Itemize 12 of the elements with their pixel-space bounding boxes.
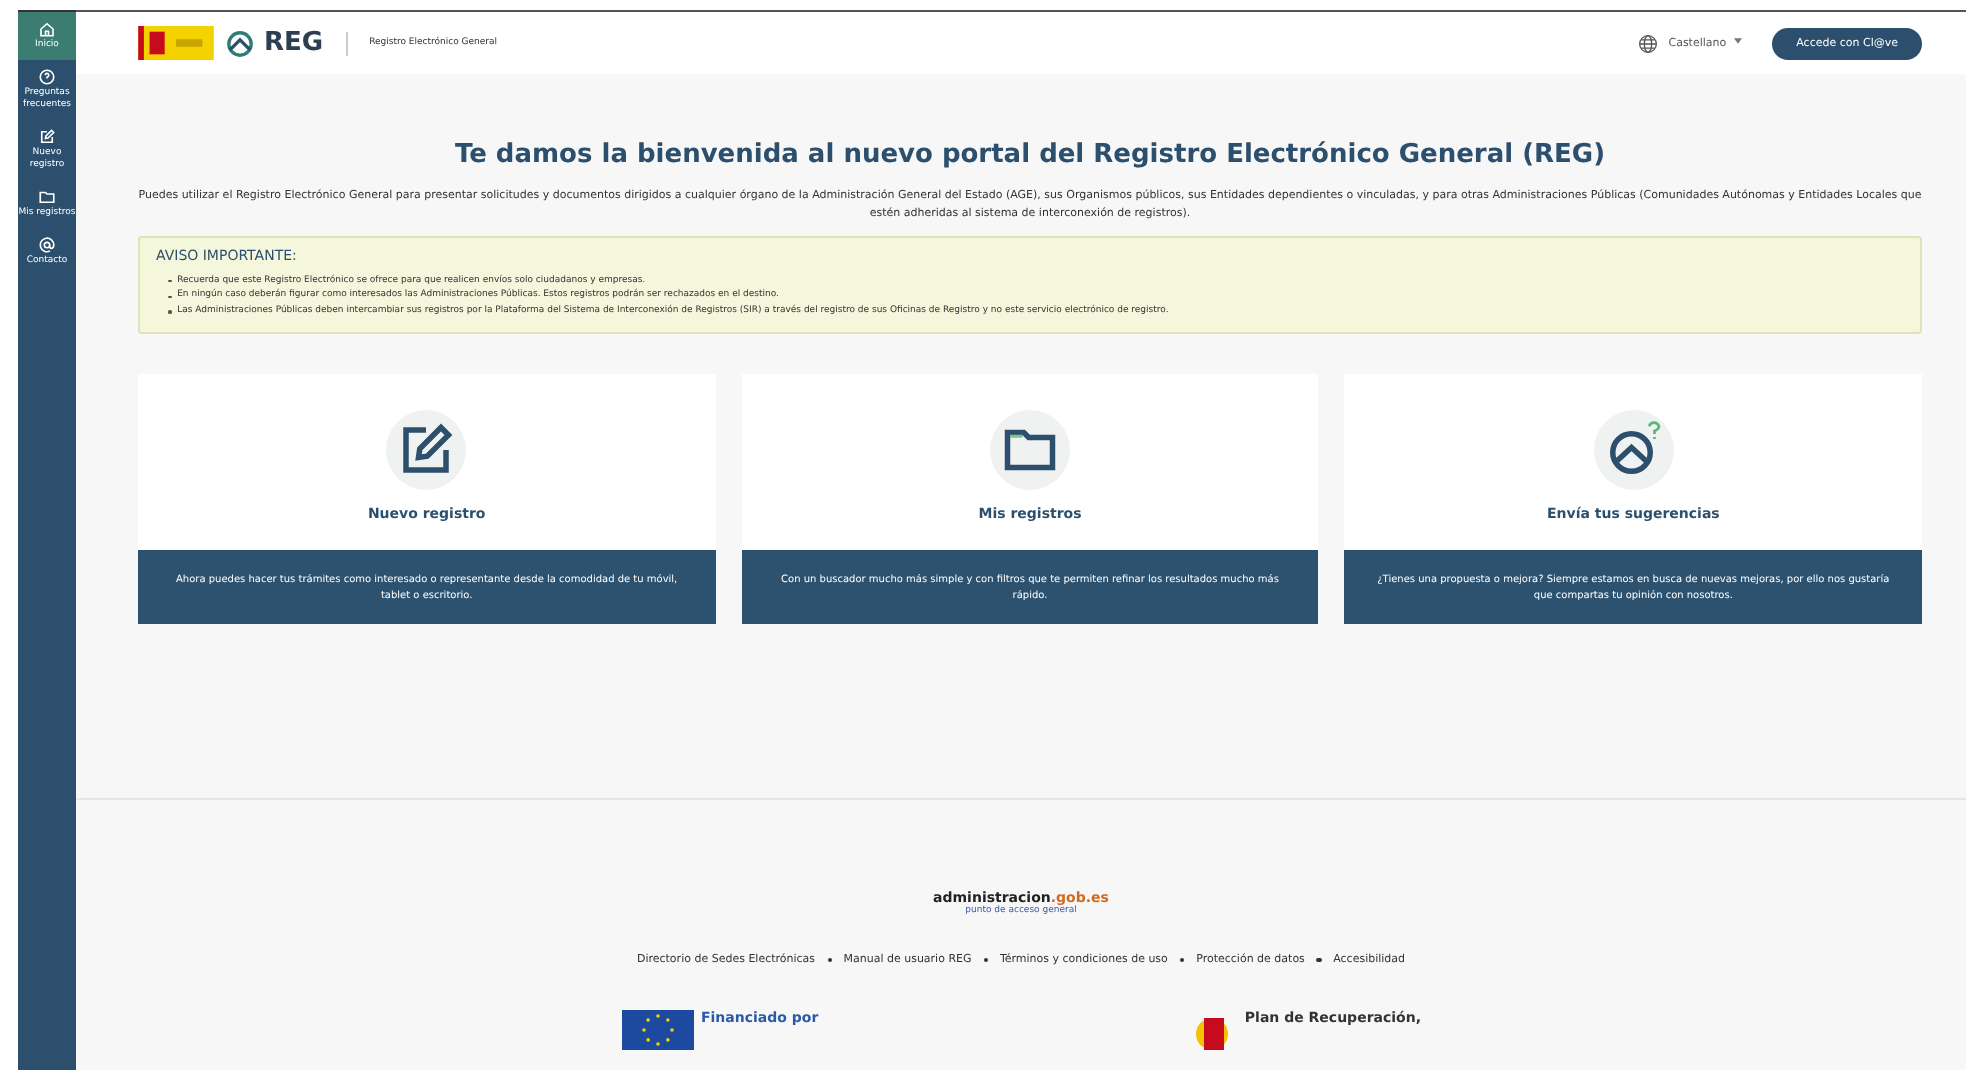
question-circle-icon	[38, 68, 56, 87]
eu-flag-icon	[621, 1010, 693, 1050]
caret-icon	[1734, 38, 1743, 45]
edit-icon	[38, 128, 56, 147]
at-icon	[38, 236, 56, 255]
globe-icon	[1638, 33, 1659, 53]
logo-text: REG	[264, 28, 324, 58]
reg-logo-icon	[226, 29, 254, 57]
page-title: Te damos la bienvenida al nuevo portal del Registro Electrónico General (REG)	[452, 140, 1608, 170]
coat-of-arms-logo	[136, 26, 216, 60]
home-icon	[38, 20, 56, 38]
folder-icon	[38, 187, 56, 206]
